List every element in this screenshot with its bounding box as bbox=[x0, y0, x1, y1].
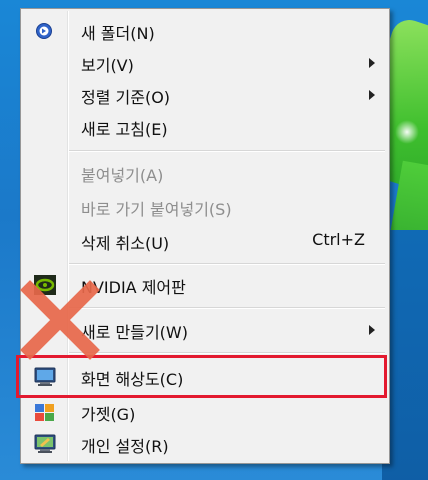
new-folder-icon bbox=[34, 21, 56, 41]
menu-item-undo-delete[interactable]: 삭제 취소(U) Ctrl+Z bbox=[21, 225, 389, 257]
nvidia-icon bbox=[34, 275, 56, 295]
menu-item-label: 개인 설정(R) bbox=[81, 437, 169, 456]
menu-item-label: 새로 만들기(W) bbox=[81, 323, 188, 342]
menu-item-view[interactable]: 보기(V) bbox=[21, 47, 389, 79]
menu-item-sort-by[interactable]: 정렬 기준(O) bbox=[21, 79, 389, 111]
submenu-arrow-icon bbox=[369, 325, 375, 335]
menu-item-label: 새로 고침(E) bbox=[81, 120, 168, 139]
submenu-arrow-icon bbox=[369, 58, 375, 68]
menu-item-new-folder[interactable]: 새 폴더(N) bbox=[21, 15, 389, 47]
menu-separator bbox=[69, 352, 385, 354]
wallpaper-flare bbox=[395, 120, 419, 144]
menu-item-label: 가젯(G) bbox=[81, 405, 136, 424]
menu-item-new[interactable]: 새로 만들기(W) bbox=[21, 314, 389, 346]
menu-item-paste-shortcut[interactable]: 바로 가기 붙여넣기(S) bbox=[21, 191, 389, 223]
menu-item-label: 보기(V) bbox=[81, 56, 134, 75]
menu-item-label: 화면 해상도(C) bbox=[81, 370, 184, 389]
menu-item-nvidia-control-panel[interactable]: NVIDIA 제어판 bbox=[21, 269, 389, 301]
menu-item-label: 삭제 취소(U) bbox=[81, 234, 170, 253]
menu-item-label: 바로 가기 붙여넣기(S) bbox=[81, 200, 232, 219]
menu-separator bbox=[69, 150, 385, 152]
menu-item-screen-resolution[interactable]: 화면 해상도(C) bbox=[21, 361, 389, 393]
menu-separator bbox=[69, 307, 385, 309]
menu-item-label: NVIDIA 제어판 bbox=[81, 278, 186, 297]
menu-separator bbox=[69, 263, 385, 265]
menu-item-paste[interactable]: 붙여넣기(A) bbox=[21, 157, 389, 189]
menu-item-gadgets[interactable]: 가젯(G) bbox=[21, 396, 389, 428]
menu-item-refresh[interactable]: 새로 고침(E) bbox=[21, 111, 389, 143]
menu-item-personalize[interactable]: 개인 설정(R) bbox=[21, 428, 389, 460]
menu-item-shortcut: Ctrl+Z bbox=[312, 230, 365, 249]
menu-item-label: 붙여넣기(A) bbox=[81, 166, 164, 185]
submenu-arrow-icon bbox=[369, 90, 375, 100]
menu-item-label: 새 폴더(N) bbox=[81, 24, 155, 43]
menu-item-label: 정렬 기준(O) bbox=[81, 88, 171, 107]
desktop-context-menu: 새 폴더(N) 보기(V) 정렬 기준(O) 새로 고침(E) 붙여넣기(A) … bbox=[20, 8, 390, 464]
display-icon bbox=[34, 367, 56, 387]
personalize-icon bbox=[34, 434, 56, 454]
gadgets-icon bbox=[34, 402, 56, 422]
